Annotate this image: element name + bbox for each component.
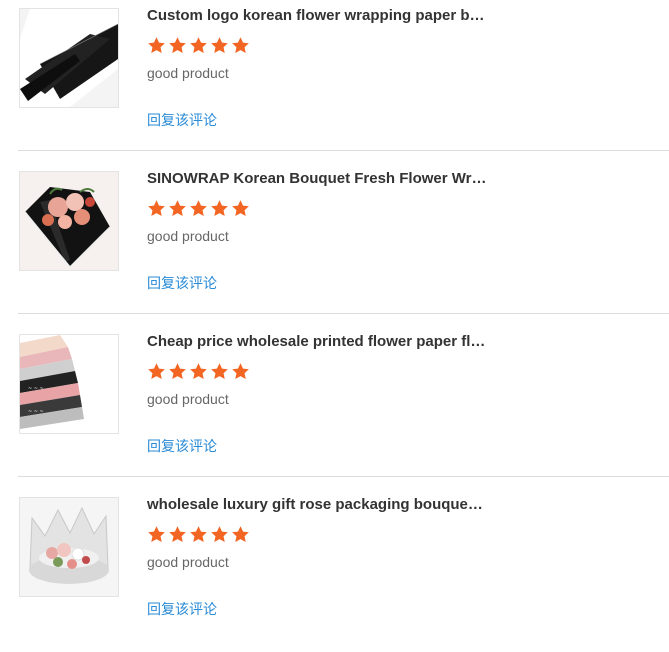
product-thumbnail[interactable]: ~ ~ ~ ~ ~ ~ (19, 334, 119, 434)
review-comment: good product (147, 554, 229, 570)
star-icon (147, 199, 166, 218)
svg-text:~ ~ ~: ~ ~ ~ (28, 386, 44, 392)
product-title[interactable]: wholesale luxury gift rose packaging bou… (147, 495, 487, 515)
star-icon (210, 199, 229, 218)
star-icon (231, 199, 250, 218)
review-item: SINOWRAP Korean Bouquet Fresh Flower Wra… (0, 163, 669, 326)
star-icon (210, 362, 229, 381)
printed-paper-image: ~ ~ ~ ~ ~ ~ (20, 335, 118, 433)
review-comment: good product (147, 65, 229, 81)
star-icon (147, 525, 166, 544)
svg-text:~ ~ ~: ~ ~ ~ (28, 409, 44, 415)
wrapping-paper-image (20, 9, 118, 107)
star-icon (210, 525, 229, 544)
product-title[interactable]: Cheap price wholesale printed flower pap… (147, 332, 487, 352)
star-rating (147, 525, 250, 545)
divider (18, 150, 669, 151)
reply-to-review-link[interactable]: 回复该评论 (147, 274, 217, 292)
reply-to-review-link[interactable]: 回复该评论 (147, 600, 217, 618)
review-item: ~ ~ ~ ~ ~ ~ Cheap price wholesale printe… (0, 326, 669, 489)
flower-bouquet-image (20, 172, 118, 270)
reply-to-review-link[interactable]: 回复该评论 (147, 111, 217, 129)
star-icon (210, 36, 229, 55)
star-icon (147, 362, 166, 381)
star-rating (147, 36, 250, 56)
star-rating (147, 199, 250, 219)
star-icon (168, 525, 187, 544)
star-icon (231, 36, 250, 55)
reply-to-review-link[interactable]: 回复该评论 (147, 437, 217, 455)
star-icon (168, 362, 187, 381)
product-title[interactable]: SINOWRAP Korean Bouquet Fresh Flower Wra… (147, 169, 487, 189)
divider (18, 313, 669, 314)
star-icon (189, 199, 208, 218)
star-icon (189, 525, 208, 544)
product-title[interactable]: Custom logo korean flower wrapping paper… (147, 6, 487, 26)
crown-flower-box-image (20, 498, 118, 596)
review-item: wholesale luxury gift rose packaging bou… (0, 489, 669, 652)
product-thumbnail[interactable] (19, 497, 119, 597)
star-icon (231, 525, 250, 544)
star-icon (189, 36, 208, 55)
star-icon (147, 36, 166, 55)
product-thumbnail[interactable] (19, 8, 119, 108)
review-comment: good product (147, 391, 229, 407)
star-rating (147, 362, 250, 382)
star-icon (189, 362, 208, 381)
review-item: Custom logo korean flower wrapping paper… (0, 0, 669, 163)
star-icon (168, 199, 187, 218)
product-thumbnail[interactable] (19, 171, 119, 271)
divider (18, 476, 669, 477)
star-icon (168, 36, 187, 55)
review-list: Custom logo korean flower wrapping paper… (0, 0, 669, 639)
review-comment: good product (147, 228, 229, 244)
star-icon (231, 362, 250, 381)
